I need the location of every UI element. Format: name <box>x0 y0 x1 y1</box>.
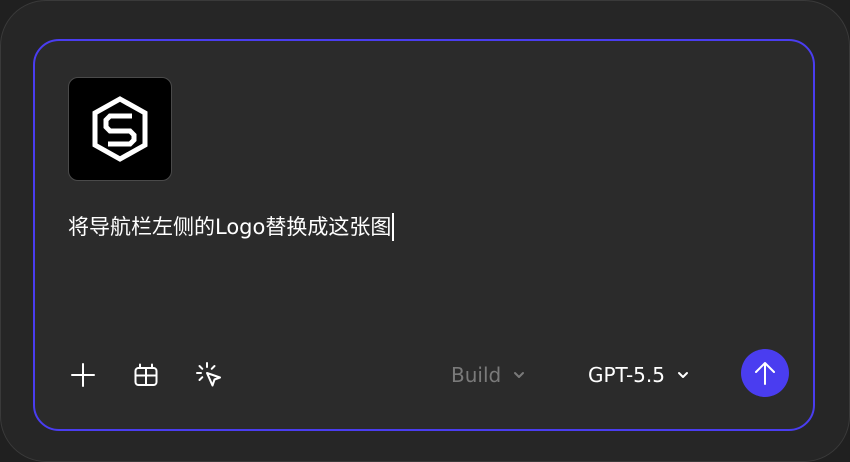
elements-button[interactable] <box>130 359 162 391</box>
chevron-down-icon <box>513 371 525 379</box>
logo-s-icon <box>92 96 148 162</box>
mode-label: Build <box>451 363 502 387</box>
add-button[interactable] <box>67 359 99 391</box>
plus-icon <box>71 363 95 387</box>
arrow-up-icon <box>755 362 775 385</box>
prompt-text: 将导航栏左侧的Logo替换成这张图 <box>68 215 392 239</box>
send-button[interactable] <box>741 349 789 397</box>
select-element-button[interactable] <box>193 359 225 391</box>
image-attachment[interactable] <box>68 77 172 181</box>
layout-icon <box>134 363 158 386</box>
chevron-down-icon <box>677 371 689 379</box>
prompt-composer[interactable]: 将导航栏左侧的Logo替换成这张图 Build GPT-5.5 <box>33 39 815 431</box>
prompt-input[interactable]: 将导航栏左侧的Logo替换成这张图 <box>68 211 394 243</box>
model-label: GPT-5.5 <box>588 363 665 387</box>
model-select[interactable]: GPT-5.5 <box>588 359 689 391</box>
mode-select[interactable]: Build <box>451 359 525 391</box>
panel: 将导航栏左侧的Logo替换成这张图 Build GPT-5.5 <box>0 0 850 462</box>
text-caret <box>392 213 394 241</box>
pointer-select-icon <box>196 362 221 387</box>
